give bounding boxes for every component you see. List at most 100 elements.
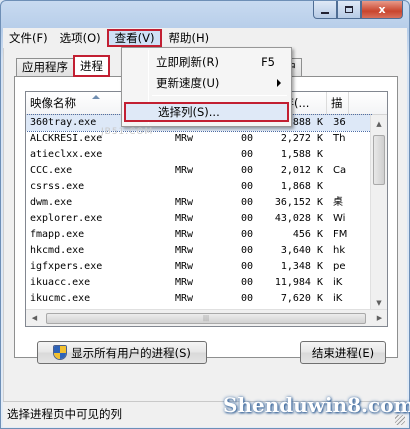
menu-view[interactable]: 查看(V) <box>106 29 163 47</box>
minimize-button[interactable] <box>313 1 337 19</box>
table-row[interactable]: ikucmc.exe MRw 00 7,620 K iK <box>26 291 371 307</box>
vertical-scrollbar[interactable]: ▲ ▼ <box>370 115 387 311</box>
status-text: 选择进程页中可见的列 <box>7 407 122 421</box>
cell-description: 36 <box>333 117 346 128</box>
cell-memory: 11,984 K <box>274 277 323 288</box>
menu-options[interactable]: 选项(O) <box>54 29 107 47</box>
menu-file[interactable]: 文件(F) <box>3 29 54 47</box>
cell-user: MRw <box>175 293 194 304</box>
menu-item-select-columns[interactable]: 选择列(S)... <box>124 102 289 122</box>
table-row[interactable]: dwm.exe MRw 00 36,152 K 桌 <box>26 195 371 211</box>
update-speed-label: 更新速度(U) <box>156 76 220 90</box>
cell-user: MRw <box>175 277 194 288</box>
cell-memory: 2,272 K <box>280 133 323 144</box>
table-row[interactable]: ikuacc.exe MRw 00 11,984 K iK <box>26 275 371 291</box>
cell-cpu: 00 <box>241 245 254 256</box>
horizontal-scroll-thumb[interactable]: ||| <box>46 313 366 324</box>
cell-memory: 2,012 K <box>280 165 323 176</box>
grip-icon: ||| <box>202 315 210 322</box>
menu-item-update-speed[interactable]: 更新速度(U) <box>124 73 289 93</box>
cell-name: ikuacc.exe <box>30 277 91 288</box>
cell-description: iK <box>333 293 343 304</box>
submenu-arrow-icon <box>277 79 281 87</box>
table-row[interactable]: igfxpers.exe MRw 00 1,348 K pe <box>26 259 371 275</box>
cell-name: hkcmd.exe <box>30 245 85 256</box>
table-row[interactable]: ALCKRESI.exe MRw 00 2,272 K Th <box>26 131 371 147</box>
cell-cpu: 00 <box>241 149 254 160</box>
table-row[interactable]: fmapp.exe MRw 00 456 K FM <box>26 227 371 243</box>
cell-name: ikucmc.exe <box>30 293 91 304</box>
table-row[interactable]: explorer.exe MRw 00 43,028 K Wi <box>26 211 371 227</box>
task-manager-window: x 文件(F) 选项(O) 查看(V) 帮助(H) 应用程序 进程 户 映像名称… <box>0 0 410 429</box>
cell-user: MRw <box>175 133 194 144</box>
menu-bar: 文件(F) 选项(O) 查看(V) 帮助(H) <box>3 28 407 48</box>
cell-user: MRw <box>175 213 194 224</box>
tab-strip: 应用程序 进程 <box>16 55 110 77</box>
cell-description <box>327 147 371 163</box>
cell-description: Th <box>333 133 346 144</box>
cell-description: FM <box>333 229 348 240</box>
watermark-brand: Shenduwin8.com <box>223 393 410 417</box>
close-button[interactable]: x <box>361 1 403 19</box>
maximize-button[interactable] <box>337 1 361 19</box>
view-menu-dropdown: 立即刷新(R) F5 更新速度(U) 选择列(S)... <box>121 47 292 127</box>
cell-description: Wi <box>333 213 346 224</box>
maximize-icon <box>345 6 353 13</box>
cell-name: atieclxx.exe <box>30 149 103 160</box>
cell-memory: 456 K <box>292 229 323 240</box>
table-row[interactable]: csrss.exe 00 1,868 K <box>26 179 371 195</box>
vertical-scroll-thumb[interactable] <box>373 135 385 185</box>
menu-help[interactable]: 帮助(H) <box>162 29 215 47</box>
end-process-button[interactable]: 结束进程(E) <box>300 341 386 364</box>
menu-item-refresh-now[interactable]: 立即刷新(R) F5 <box>124 52 289 72</box>
sort-arrow-icon <box>92 95 100 99</box>
cell-name: CCC.exe <box>30 165 73 176</box>
cell-cpu: 00 <box>241 213 254 224</box>
tab-processes[interactable]: 进程 <box>73 55 110 77</box>
cell-name: csrss.exe <box>30 181 85 192</box>
cell-memory: 7,620 K <box>280 293 323 304</box>
cell-description: iK <box>333 277 343 288</box>
cell-name: explorer.exe <box>30 213 103 224</box>
cell-cpu: 00 <box>241 165 254 176</box>
cell-cpu: 00 <box>241 229 254 240</box>
scroll-left-icon[interactable]: ◀ <box>26 310 43 326</box>
cell-user: MRw <box>175 261 194 272</box>
cell-description: 桌 <box>333 197 343 208</box>
cell-memory: 3,640 K <box>280 245 323 256</box>
scroll-right-icon[interactable]: ▶ <box>371 310 387 326</box>
cell-cpu: 00 <box>241 133 254 144</box>
horizontal-scrollbar[interactable]: ◀ ||| ▶ <box>26 309 387 326</box>
table-row[interactable]: hkcmd.exe MRw 00 3,640 K hk <box>26 243 371 259</box>
watermark-inner: JB51.COM <box>101 127 154 137</box>
cell-memory: 1,588 K <box>280 149 323 160</box>
cell-name: dwm.exe <box>30 197 73 208</box>
show-all-processes-label: 显示所有用户的进程(S) <box>71 345 191 360</box>
cell-description: pe <box>333 261 346 272</box>
cell-user <box>171 179 237 195</box>
refresh-now-label: 立即刷新(R) <box>156 55 219 69</box>
title-bar: x <box>1 1 409 27</box>
cell-cpu: 00 <box>241 261 254 272</box>
cell-name: igfxpers.exe <box>30 261 103 272</box>
table-row[interactable]: atieclxx.exe 00 1,588 K <box>26 147 371 163</box>
scroll-up-icon[interactable]: ▲ <box>371 115 387 132</box>
show-all-processes-button[interactable]: 显示所有用户的进程(S) <box>37 341 207 364</box>
cell-cpu: 00 <box>241 293 254 304</box>
cell-cpu: 00 <box>241 197 254 208</box>
cell-cpu: 00 <box>241 277 254 288</box>
cell-memory: 1,348 K <box>280 261 323 272</box>
minimize-icon <box>321 11 329 14</box>
cell-description: hk <box>333 245 346 256</box>
table-row[interactable]: CCC.exe MRw 00 2,012 K Ca <box>26 163 371 179</box>
refresh-shortcut: F5 <box>261 55 275 69</box>
cell-user: MRw <box>175 165 194 176</box>
cell-description: Ca <box>333 165 347 176</box>
column-description[interactable]: 描 <box>327 92 349 115</box>
cell-user <box>171 147 237 163</box>
window-controls: x <box>313 1 403 19</box>
cell-user: MRw <box>175 245 194 256</box>
close-icon: x <box>378 3 386 16</box>
cell-memory: 36,152 K <box>274 197 323 208</box>
tab-applications[interactable]: 应用程序 <box>16 58 74 76</box>
